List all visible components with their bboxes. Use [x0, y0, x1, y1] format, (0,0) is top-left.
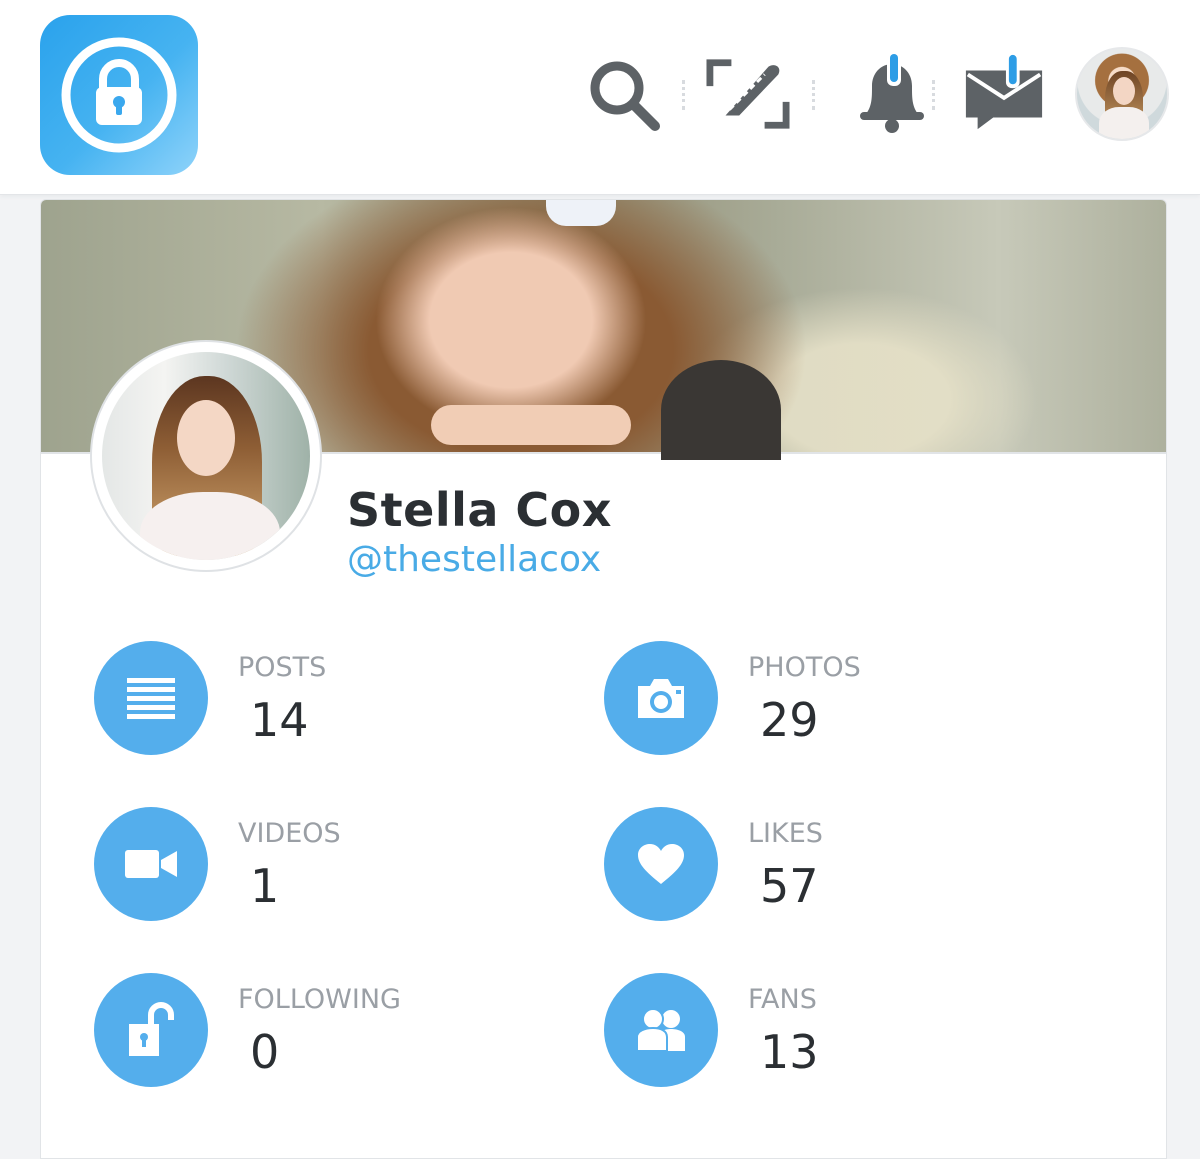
nav-divider	[932, 80, 936, 110]
stat-label: POSTS	[238, 652, 327, 683]
stat-value: 13	[760, 1025, 819, 1079]
lock-icon	[61, 37, 177, 153]
stat-videos[interactable]: VIDEOS 1	[94, 807, 574, 923]
messages-icon	[965, 52, 1043, 130]
search-button[interactable]	[581, 52, 665, 136]
new-post-icon	[706, 59, 790, 129]
stat-label: VIDEOS	[238, 818, 341, 849]
heart-icon	[604, 807, 718, 921]
new-post-button[interactable]	[706, 52, 790, 136]
stat-label: PHOTOS	[748, 652, 861, 683]
profile-card: Stella Cox @thestellacox POSTS 14 PHOTOS	[40, 199, 1167, 1159]
app-logo[interactable]	[40, 15, 198, 175]
stat-fans[interactable]: FANS 13	[604, 973, 1084, 1089]
profile-username-link[interactable]: @thestellacox	[347, 539, 601, 580]
stat-posts[interactable]: POSTS 14	[94, 641, 574, 757]
messages-button[interactable]	[962, 52, 1046, 136]
profile-display-name: Stella Cox	[347, 483, 612, 537]
video-camera-icon	[94, 807, 208, 921]
stat-value: 1	[250, 859, 280, 913]
stat-label: FANS	[748, 984, 817, 1015]
nav-divider	[682, 80, 686, 110]
list-icon	[94, 641, 208, 755]
users-icon	[604, 973, 718, 1087]
search-icon	[590, 61, 660, 131]
nav-divider	[812, 80, 816, 110]
camera-icon	[604, 641, 718, 755]
unlocked-padlock-icon	[94, 973, 208, 1087]
profile-avatar[interactable]	[90, 340, 322, 572]
stat-value: 14	[250, 693, 309, 747]
stat-photos[interactable]: PHOTOS 29	[604, 641, 1084, 757]
stat-following[interactable]: FOLLOWING 0	[94, 973, 574, 1089]
stat-value: 0	[250, 1025, 280, 1079]
user-avatar[interactable]	[1075, 47, 1169, 141]
notifications-bell-icon	[860, 52, 924, 133]
stat-label: FOLLOWING	[238, 984, 401, 1015]
stat-likes[interactable]: LIKES 57	[604, 807, 1084, 923]
stat-value: 57	[760, 859, 819, 913]
stat-label: LIKES	[748, 818, 823, 849]
top-navigation-bar	[0, 0, 1200, 195]
stat-value: 29	[760, 693, 819, 747]
notifications-button[interactable]	[850, 52, 934, 136]
